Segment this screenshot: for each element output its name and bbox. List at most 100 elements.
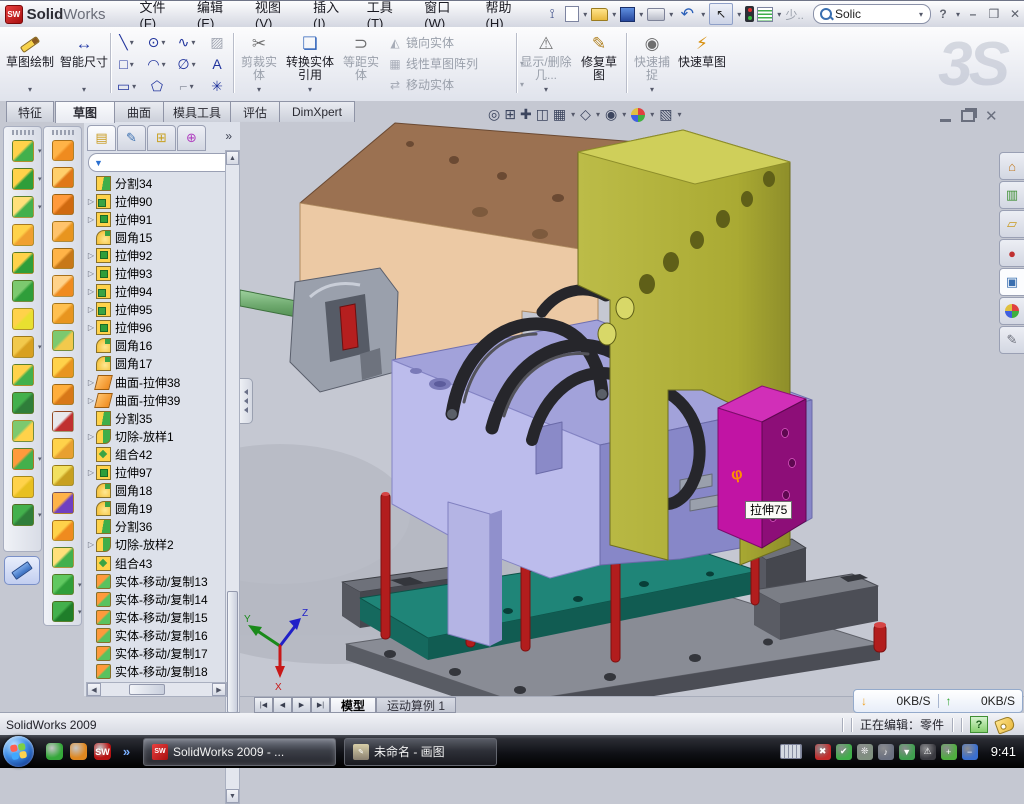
spline-icon[interactable]: ∿▾ — [172, 31, 202, 53]
pin-icon[interactable]: ⟟ — [542, 5, 562, 23]
tree-item-组合43[interactable]: 组合43 — [86, 554, 224, 572]
tree-item-圆角18[interactable]: 圆角18 — [86, 482, 224, 500]
app-minimize-button[interactable]: – — [964, 6, 982, 22]
security-alert-icon[interactable]: ✖ — [815, 744, 831, 760]
command-tab-1[interactable]: 草图 — [55, 101, 115, 123]
rectangle-icon[interactable]: □▾ — [112, 53, 142, 75]
search-input[interactable]: Solic — [835, 7, 915, 21]
text-icon[interactable]: A — [202, 53, 232, 75]
expand-arrow[interactable]: ▷ — [86, 251, 96, 260]
browser-icon[interactable] — [70, 743, 87, 760]
expand-arrow[interactable]: ▷ — [86, 323, 96, 332]
hole-wizard-icon[interactable] — [12, 308, 34, 330]
graphics-viewport[interactable]: φ Y Z X — [240, 122, 1024, 696]
shut-off-surface-icon[interactable] — [52, 248, 74, 269]
toolbar-overflow[interactable]: 少.. — [785, 6, 804, 23]
new-document-icon[interactable] — [565, 6, 579, 22]
file-explorer-icon[interactable]: ▱ — [999, 210, 1024, 238]
polygon-icon[interactable]: ⬠ — [142, 75, 172, 97]
draft-analysis-icon[interactable] — [52, 167, 74, 188]
tree-item-实体-移动/复制18[interactable]: 实体-移动/复制18 — [86, 663, 224, 681]
shell-icon[interactable] — [12, 252, 34, 274]
appearances-scenes-icon[interactable] — [999, 297, 1024, 325]
expand-arrow[interactable]: ▷ — [86, 215, 96, 224]
zoom-area-icon[interactable]: ⊞ — [504, 106, 516, 123]
tree-item-圆角17[interactable]: 圆角17 — [86, 355, 224, 373]
knit-surface-icon[interactable] — [52, 330, 74, 351]
save-icon[interactable] — [620, 7, 635, 22]
swept-boss-icon[interactable] — [12, 224, 34, 246]
start-button[interactable] — [3, 736, 34, 767]
curve-icon[interactable]: ▾ — [12, 504, 34, 526]
tree-filter-box[interactable]: ▼ — [88, 153, 234, 172]
horizontal-scroll-thumb[interactable] — [129, 684, 165, 695]
tree-item-圆角19[interactable]: 圆角19 — [86, 500, 224, 518]
tag-icon[interactable] — [994, 715, 1016, 734]
help-button[interactable]: ? — [934, 6, 952, 22]
apply-scene-icon[interactable]: ▧ — [659, 106, 672, 123]
prev-tab-button[interactable]: ◀ — [273, 697, 292, 713]
ellipse-icon[interactable]: ∅▾ — [172, 53, 202, 75]
tree-item-圆角15[interactable]: 圆角15 — [86, 228, 224, 246]
line-icon[interactable]: ╲▾ — [112, 31, 142, 53]
view-orientation-icon[interactable]: ▦ — [553, 106, 566, 123]
solidworks-resources-icon[interactable]: ● — [999, 239, 1024, 267]
design-library-icon[interactable]: ▥ — [999, 181, 1024, 209]
scroll-right-button[interactable]: ▶ — [212, 683, 226, 696]
extruded-boss-icon[interactable]: ▾ — [12, 140, 34, 162]
cavity-icon[interactable] — [52, 465, 74, 486]
command-tab-0[interactable]: 特征 — [6, 101, 54, 122]
taskbar-button-1[interactable]: ✎未命名 - 画图 — [344, 738, 497, 766]
move-face-icon[interactable] — [52, 492, 74, 513]
command-tab-5[interactable]: DimXpert — [279, 101, 355, 122]
scroll-up-button[interactable]: ▲ — [226, 151, 239, 165]
zoom-fit-icon[interactable]: ◎ — [488, 106, 500, 123]
tree-item-分割34[interactable]: 分割34 — [86, 174, 224, 192]
volume-icon[interactable]: ♪ — [878, 744, 894, 760]
spline-tool-icon[interactable]: ▾ — [52, 601, 74, 622]
tree-horizontal-scrollbar[interactable]: ◀ ▶ — [86, 682, 227, 697]
doc-close-button[interactable]: ✕ — [985, 107, 998, 125]
next-tab-button[interactable]: ▶ — [292, 697, 311, 713]
select-icon[interactable]: ↖ — [709, 3, 733, 25]
slot-icon[interactable]: ▭▾ — [112, 75, 142, 97]
solidworks-launcher-icon[interactable]: SW — [94, 743, 111, 760]
tree-item-拉伸94[interactable]: ▷拉伸94 — [86, 283, 224, 301]
planar-surface-icon[interactable] — [52, 303, 74, 324]
sketch-button[interactable]: 草图绘制 ▾ — [4, 30, 56, 96]
freeform-icon[interactable]: ▾ — [52, 574, 74, 595]
wrap-icon[interactable] — [12, 280, 34, 302]
doc-minimize-button[interactable] — [940, 119, 951, 122]
sync-blocked-icon[interactable]: − — [962, 744, 978, 760]
language-keyboard-icon[interactable] — [780, 744, 802, 759]
tree-item-实体-移动/复制17[interactable]: 实体-移动/复制17 — [86, 644, 224, 662]
display-style-icon[interactable]: ◇ — [580, 106, 591, 123]
model-injector-unit[interactable] — [240, 268, 398, 392]
open-icon[interactable] — [591, 8, 608, 21]
insert-mold-icon[interactable] — [52, 547, 74, 568]
measure-button[interactable] — [4, 556, 40, 585]
tree-item-拉伸96[interactable]: ▷拉伸96 — [86, 319, 224, 337]
point-icon[interactable]: ✳ — [202, 75, 232, 97]
expand-arrow[interactable]: ▷ — [86, 287, 96, 296]
expand-arrow[interactable]: ▷ — [86, 197, 96, 206]
tree-item-拉伸91[interactable]: ▷拉伸91 — [86, 210, 224, 228]
linear-pattern-icon[interactable]: ▾ — [12, 336, 34, 358]
tree-item-曲面-拉伸38[interactable]: ▷曲面-拉伸38 — [86, 373, 224, 391]
tree-item-切除-放样1[interactable]: ▷切除-放样1 — [86, 427, 224, 445]
pan-icon[interactable]: ✚ — [520, 106, 532, 123]
appearances-icon[interactable] — [631, 106, 645, 123]
tree-item-拉伸90[interactable]: ▷拉伸90 — [86, 192, 224, 210]
fillet-icon[interactable]: ▾ — [12, 196, 34, 218]
toolbar-drag-handle[interactable] — [12, 130, 34, 135]
tree-item-拉伸92[interactable]: ▷拉伸92 — [86, 246, 224, 264]
update-service-icon[interactable]: ❊ — [857, 744, 873, 760]
ruled-surface-icon[interactable] — [52, 275, 74, 296]
net-speed-widget[interactable]: ↓ 0KB/S ↑ 0KB/S — [853, 689, 1023, 713]
network-pin-icon[interactable]: ▼ — [899, 744, 915, 760]
propertymanager-tab[interactable]: ✎ — [117, 125, 146, 151]
health-shield-icon[interactable]: + — [941, 744, 957, 760]
command-tab-3[interactable]: 模具工具 — [163, 101, 231, 122]
undo-icon[interactable]: ↶ — [677, 5, 697, 23]
rib-icon[interactable] — [12, 364, 34, 386]
